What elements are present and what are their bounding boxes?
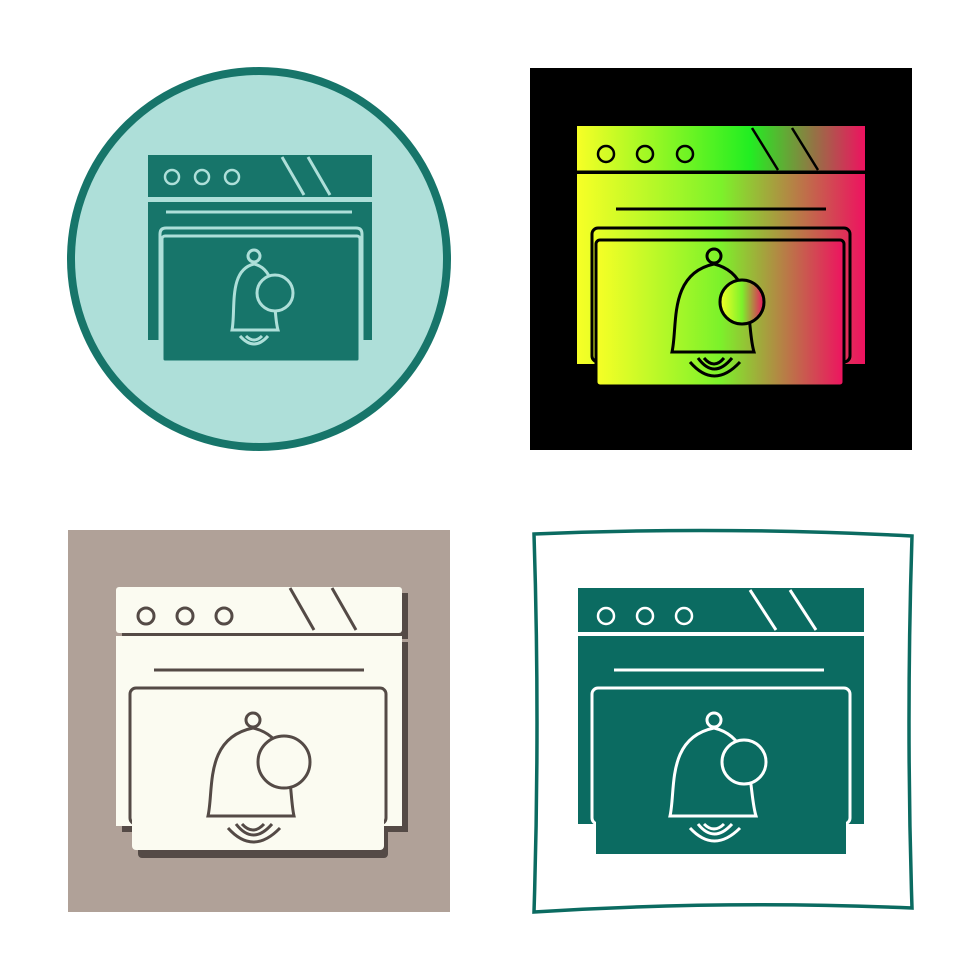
notification-dot-icon [256, 734, 312, 790]
notification-dot-icon [720, 738, 768, 786]
notification-dot-icon [255, 273, 295, 313]
browser-notification-bell-icon [68, 530, 450, 912]
browser-top-bar [148, 155, 372, 197]
browser-top-bar [116, 587, 402, 633]
browser-top-bar [578, 588, 864, 632]
browser-notification-bell-icon [67, 67, 451, 451]
browser-notification-bell-icon [530, 68, 912, 450]
icon-variant-gradient [530, 68, 912, 450]
notification-dot-icon [718, 278, 766, 326]
icon-variant-cream [68, 530, 450, 912]
browser-top-bar [577, 126, 865, 172]
browser-notification-bell-icon [532, 528, 914, 914]
icon-variant-circle [60, 60, 460, 460]
icon-variant-framed [528, 528, 916, 916]
